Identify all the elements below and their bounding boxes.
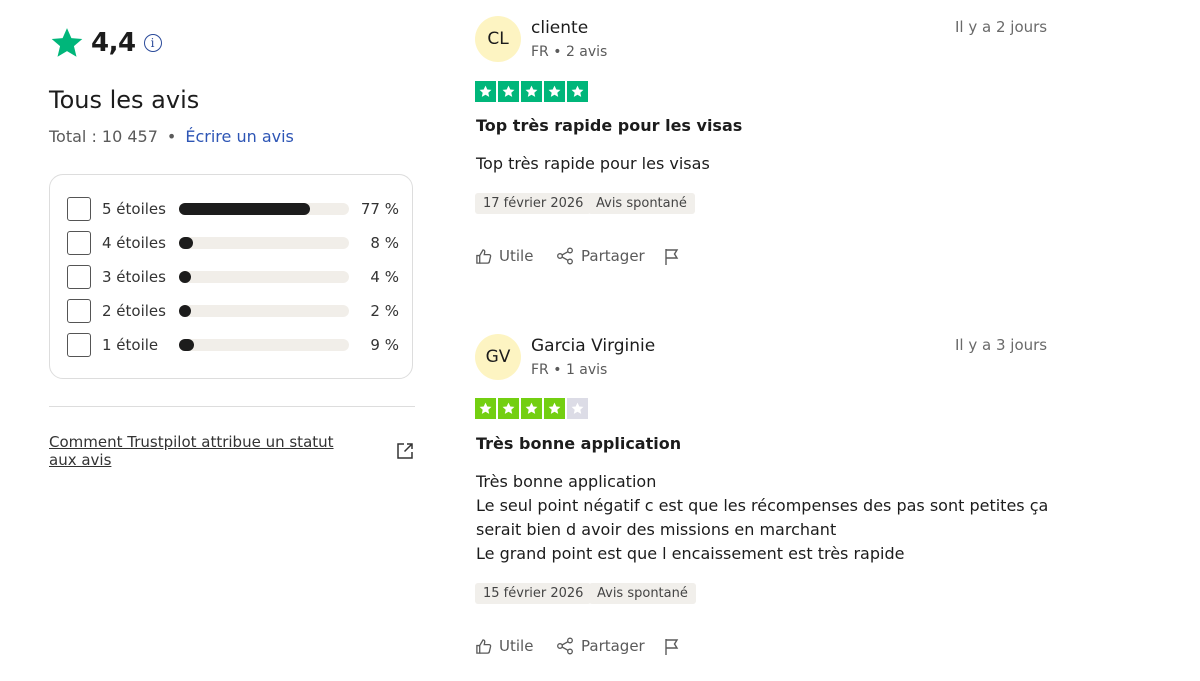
thumbs-up-icon xyxy=(476,638,492,654)
distribution-percent: 9 % xyxy=(370,336,399,354)
total-count: Total : 10 457 xyxy=(49,127,158,146)
review-date-tag: 15 février 2026 xyxy=(475,583,592,604)
trust-status-link[interactable]: Comment Trustpilot attribue un statut au… xyxy=(49,433,349,469)
distribution-label: 2 étoiles xyxy=(102,302,166,320)
reviewer-meta: FR • 1 avis xyxy=(531,362,608,378)
review-type-tag: Avis spontané xyxy=(588,193,695,214)
reviewer-meta: FR • 2 avis xyxy=(531,44,608,60)
avatar: CL xyxy=(475,16,521,62)
distribution-bar-fill xyxy=(179,305,191,317)
filter-4-stars[interactable]: 4 étoiles 8 % xyxy=(67,230,399,256)
star-filled-icon xyxy=(544,81,565,102)
checkbox[interactable] xyxy=(67,197,91,221)
helpful-label: Utile xyxy=(499,247,534,265)
share-button[interactable]: Partager xyxy=(556,247,645,265)
distribution-bar xyxy=(179,339,349,351)
thumbs-up-icon xyxy=(476,248,492,264)
review-body: Très bonne application Le seul point nég… xyxy=(476,470,1048,566)
write-review-link[interactable]: Écrire un avis xyxy=(185,127,294,146)
info-icon[interactable]: i xyxy=(143,34,162,52)
share-icon xyxy=(557,247,573,265)
distribution-bar-fill xyxy=(179,339,194,351)
distribution-bar xyxy=(179,237,349,249)
filter-2-stars[interactable]: 2 étoiles 2 % xyxy=(67,298,399,324)
page-title: Tous les avis xyxy=(49,86,200,114)
rating-distribution: 5 étoiles 77 % 4 étoiles 8 % 3 étoiles 4… xyxy=(49,174,413,379)
helpful-button[interactable]: Utile xyxy=(475,637,533,655)
distribution-bar xyxy=(179,203,349,215)
distribution-bar-fill xyxy=(179,271,191,283)
distribution-label: 5 étoiles xyxy=(102,200,166,218)
flag-icon[interactable] xyxy=(664,638,680,656)
distribution-percent: 8 % xyxy=(370,234,399,252)
rating-score: 4,4 xyxy=(91,28,136,58)
avatar: GV xyxy=(475,334,521,380)
distribution-percent: 4 % xyxy=(370,268,399,286)
share-icon xyxy=(557,637,573,655)
star-filled-icon xyxy=(475,81,496,102)
distribution-percent: 77 % xyxy=(360,200,399,218)
checkbox[interactable] xyxy=(67,299,91,323)
star-filled-icon xyxy=(544,398,565,419)
review-relative-date: Il y a 3 jours xyxy=(955,336,1048,354)
star-filled-icon xyxy=(521,398,542,419)
checkbox[interactable] xyxy=(67,333,91,357)
checkbox[interactable] xyxy=(67,265,91,289)
filter-1-star[interactable]: 1 étoile 9 % xyxy=(67,332,399,358)
total-line: Total : 10 457 • Écrire un avis xyxy=(49,127,294,146)
review-date-tag: 17 février 2026 xyxy=(475,193,592,214)
distribution-bar xyxy=(179,305,349,317)
star-filled-icon xyxy=(475,398,496,419)
reviewer-name[interactable]: Garcia Virginie xyxy=(531,336,655,356)
divider xyxy=(49,406,415,407)
helpful-button[interactable]: Utile xyxy=(475,247,533,265)
share-label: Partager xyxy=(581,637,645,655)
rating-header: 4,4 i xyxy=(49,26,162,60)
distribution-bar-fill xyxy=(179,237,193,249)
review-body-line: Top très rapide pour les visas xyxy=(476,154,710,173)
distribution-label: 3 étoiles xyxy=(102,268,166,286)
review-body: Top très rapide pour les visas xyxy=(476,152,710,176)
checkbox[interactable] xyxy=(67,231,91,255)
distribution-label: 4 étoiles xyxy=(102,234,166,252)
trustpilot-star-icon xyxy=(51,28,83,57)
review-relative-date: Il y a 2 jours xyxy=(955,18,1048,36)
review-type-tag: Avis spontané xyxy=(589,583,696,604)
star-filled-icon xyxy=(521,81,542,102)
review-title[interactable]: Top très rapide pour les visas xyxy=(476,116,742,135)
star-filled-icon xyxy=(498,398,519,419)
review-body-line: serait bien d avoir des missions en marc… xyxy=(476,520,837,539)
filter-5-stars[interactable]: 5 étoiles 77 % xyxy=(67,196,399,222)
flag-icon[interactable] xyxy=(664,248,680,266)
distribution-bar-fill xyxy=(179,203,310,215)
helpful-label: Utile xyxy=(499,637,534,655)
review-body-line: Le seul point négatif c est que les réco… xyxy=(476,496,1049,515)
distribution-label: 1 étoile xyxy=(102,336,159,354)
review-body-line: Le grand point est que l encaissement es… xyxy=(476,544,905,563)
star-rating xyxy=(475,398,590,419)
distribution-percent: 2 % xyxy=(370,302,399,320)
star-empty-icon xyxy=(567,398,588,419)
external-link-icon[interactable] xyxy=(396,442,414,460)
star-rating xyxy=(475,81,590,102)
review-body-line: Très bonne application xyxy=(476,472,657,491)
filter-3-stars[interactable]: 3 étoiles 4 % xyxy=(67,264,399,290)
separator: • xyxy=(166,127,177,146)
distribution-bar xyxy=(179,271,349,283)
reviewer-name[interactable]: cliente xyxy=(531,18,588,38)
share-button[interactable]: Partager xyxy=(556,637,645,655)
star-filled-icon xyxy=(498,81,519,102)
share-label: Partager xyxy=(581,247,645,265)
review-title[interactable]: Très bonne application xyxy=(476,434,681,453)
star-filled-icon xyxy=(567,81,588,102)
